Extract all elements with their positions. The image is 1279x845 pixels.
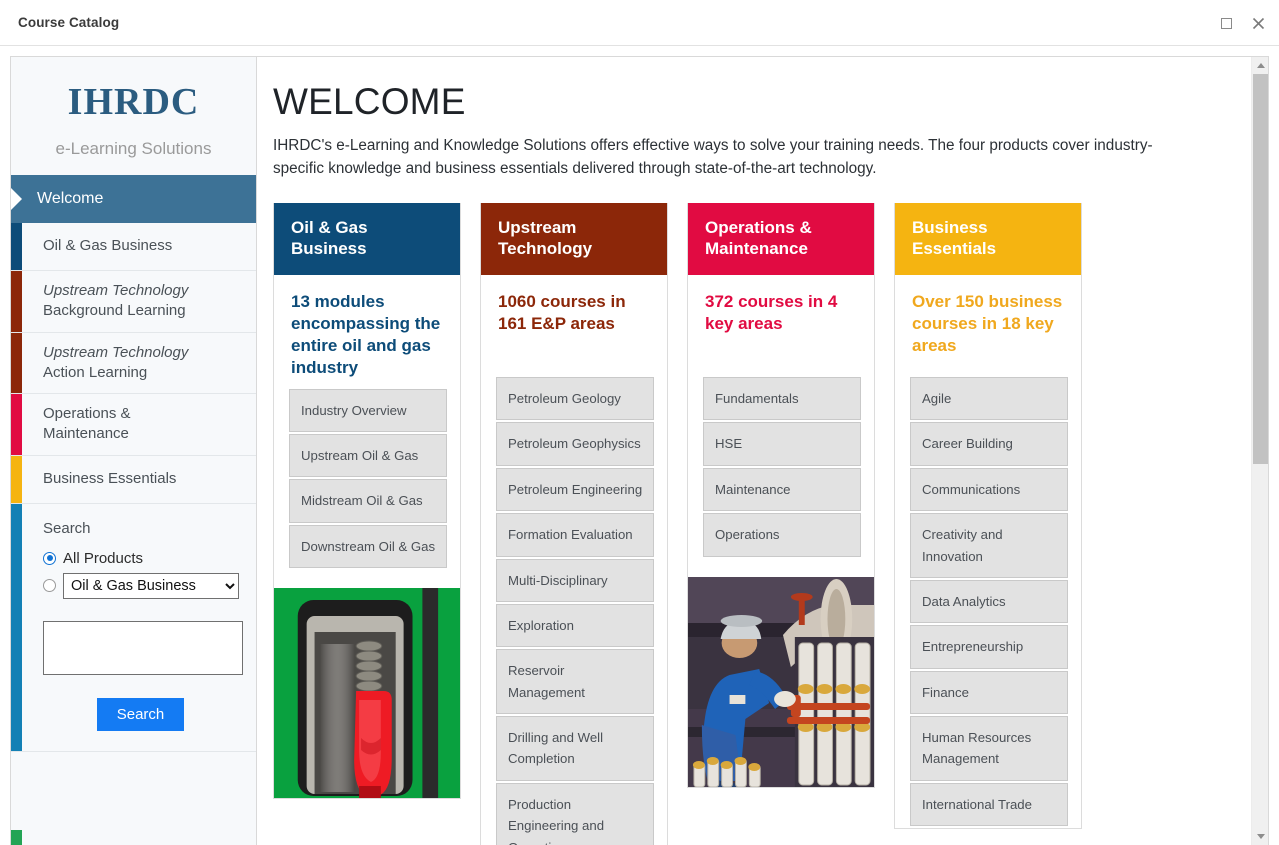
sidebar-item-label: Operations & Maintenance <box>43 405 131 443</box>
sidebar-item-operations-maintenance[interactable]: Operations & Maintenance <box>11 394 256 456</box>
card-chip[interactable]: Fundamentals <box>703 377 861 421</box>
nav-color-bar <box>11 332 22 393</box>
card-chip[interactable]: Finance <box>910 670 1068 714</box>
product-card-business-essentials: Business Essentials Over 150 business co… <box>894 202 1082 830</box>
scrollbar-thumb[interactable] <box>1253 74 1268 464</box>
sidebar-item-label: Oil & Gas Business <box>43 237 173 255</box>
search-color-bar <box>11 503 22 751</box>
card-chip[interactable]: Petroleum Geophysics <box>496 422 654 466</box>
radio-all-products[interactable] <box>43 551 56 565</box>
sidebar-item-label: Welcome <box>37 190 104 208</box>
title-bar: Course Catalog <box>0 0 1279 46</box>
search-panel: Search All Products Oil & Gas BusinessUp… <box>11 503 256 752</box>
product-card-oil-gas-business: Oil & Gas Business 13 modules encompassi… <box>273 202 461 800</box>
card-chip[interactable]: Data Analytics <box>910 579 1068 624</box>
worker-valves-photo <box>688 576 874 787</box>
card-header: Upstream Technology <box>481 202 667 275</box>
card-chip-list: Agile Career Building Communications Cre… <box>895 367 1081 828</box>
nav-color-bar <box>11 271 22 332</box>
card-subtitle: 1060 courses in 161 E&P areas <box>498 292 626 333</box>
card-header: Business Essentials <box>895 202 1081 275</box>
card-header: Operations & Maintenance <box>688 202 874 275</box>
sidebar-footer-color-bar <box>11 830 22 845</box>
application-window: Course Catalog IHRDC e-Learning Solution… <box>0 0 1279 845</box>
card-chip[interactable]: Drilling and Well Completion <box>496 716 654 781</box>
nav-color-bar <box>11 223 22 270</box>
sidebar-item-subtitle: Upstream Technology <box>43 282 189 299</box>
card-chip[interactable]: Multi-Disciplinary <box>496 558 654 602</box>
window-title: Course Catalog <box>18 15 120 30</box>
nav-color-bar <box>11 394 22 455</box>
card-chip[interactable]: Operations <box>703 513 861 557</box>
page-title: WELCOME <box>273 81 466 122</box>
radio-all-products-label: All Products <box>63 549 144 567</box>
card-subtitle: 372 courses in 4 key areas <box>705 292 838 333</box>
card-chip[interactable]: Communications <box>910 467 1068 512</box>
card-chip[interactable]: Human Resources Management <box>910 716 1068 781</box>
radio-row-single-product[interactable]: Oil & Gas BusinessUpstream TechnologyOpe… <box>43 572 239 599</box>
card-chip[interactable]: Industry Overview <box>289 388 447 433</box>
sidebar-item-upstream-action-learning[interactable]: Upstream Technology Action Learning <box>11 332 256 394</box>
fuel-pump-nozzle-photo <box>274 588 460 799</box>
card-chip-list: Fundamentals HSE Maintenance Operations <box>688 367 874 559</box>
sidebar-item-oil-gas-business[interactable]: Oil & Gas Business <box>11 223 256 271</box>
sidebar: IHRDC e-Learning Solutions Welcome Oil &… <box>11 57 257 845</box>
card-header: Oil & Gas Business <box>274 202 460 275</box>
sidebar-item-upstream-background-learning[interactable]: Upstream Technology Background Learning <box>11 271 256 333</box>
card-chip[interactable]: Creativity and Innovation <box>910 513 1068 578</box>
card-chip[interactable]: Production Engineering and Operations <box>496 782 654 845</box>
card-chip[interactable]: HSE <box>703 422 861 466</box>
sidebar-item-label: Action Learning <box>43 363 148 381</box>
scroll-up-icon[interactable] <box>1252 57 1268 74</box>
brand-tagline: e-Learning Solutions <box>55 139 212 158</box>
card-chip[interactable]: International Trade <box>910 782 1068 827</box>
brand-block: IHRDC e-Learning Solutions <box>11 57 256 175</box>
card-chip[interactable]: Maintenance <box>703 467 861 512</box>
card-chip[interactable]: Petroleum Geology <box>496 377 654 421</box>
maximize-icon[interactable] <box>1215 12 1237 34</box>
card-subtitle: 13 modules encompassing the entire oil a… <box>291 292 441 377</box>
product-card-upstream-technology: Upstream Technology 1060 courses in 161 … <box>480 202 668 845</box>
sidebar-item-label: Background Learning <box>43 302 186 320</box>
radio-row-all-products[interactable]: All Products <box>43 550 238 567</box>
sidebar-item-welcome[interactable]: Welcome <box>11 175 256 223</box>
card-chip[interactable]: Exploration <box>496 603 654 648</box>
search-heading: Search <box>43 519 91 537</box>
card-subtitle: Over 150 business courses in 18 key area… <box>912 292 1063 355</box>
card-chip[interactable]: Agile <box>910 377 1068 421</box>
radio-single-product[interactable] <box>43 579 56 592</box>
product-select[interactable]: Oil & Gas BusinessUpstream TechnologyOpe… <box>63 572 239 599</box>
content-area: WELCOME IHRDC's e-Learning and Knowledge… <box>257 57 1268 845</box>
card-chip-list: Industry Overview Upstream Oil & Gas Mid… <box>274 379 460 571</box>
card-chip[interactable]: Downstream Oil & Gas <box>289 524 447 569</box>
search-input[interactable] <box>43 620 243 675</box>
card-chip[interactable]: Midstream Oil & Gas <box>289 479 447 523</box>
card-chip[interactable]: Formation Evaluation <box>496 513 654 557</box>
active-pointer-icon <box>11 188 22 210</box>
card-chip[interactable]: Upstream Oil & Gas <box>289 434 447 478</box>
vertical-scrollbar[interactable] <box>1251 57 1268 845</box>
nav-color-bar <box>11 455 22 503</box>
card-chip-list: Petroleum Geology Petroleum Geophysics P… <box>481 367 667 845</box>
sidebar-item-label: Business Essentials <box>43 469 177 487</box>
card-chip[interactable]: Reservoir Management <box>496 649 654 714</box>
product-card-list: Oil & Gas Business 13 modules encompassi… <box>273 202 1251 845</box>
window-controls <box>1215 0 1269 46</box>
close-icon[interactable] <box>1247 12 1269 34</box>
card-chip[interactable]: Petroleum Engineering <box>496 467 654 512</box>
card-chip[interactable]: Entrepreneurship <box>910 625 1068 669</box>
search-button[interactable]: Search <box>96 697 185 731</box>
page-intro: IHRDC's e-Learning and Knowledge Solutio… <box>273 137 1153 178</box>
product-card-operations-maintenance: Operations & Maintenance 372 courses in … <box>687 202 875 788</box>
card-chip[interactable]: Career Building <box>910 422 1068 466</box>
sidebar-item-business-essentials[interactable]: Business Essentials <box>11 455 256 504</box>
ihrdc-logo: IHRDC <box>67 81 200 123</box>
scroll-down-icon[interactable] <box>1252 828 1268 845</box>
sidebar-item-subtitle: Upstream Technology <box>43 343 189 361</box>
browser-frame: IHRDC e-Learning Solutions Welcome Oil &… <box>10 56 1269 845</box>
content-scroll-region: WELCOME IHRDC's e-Learning and Knowledge… <box>257 57 1251 845</box>
